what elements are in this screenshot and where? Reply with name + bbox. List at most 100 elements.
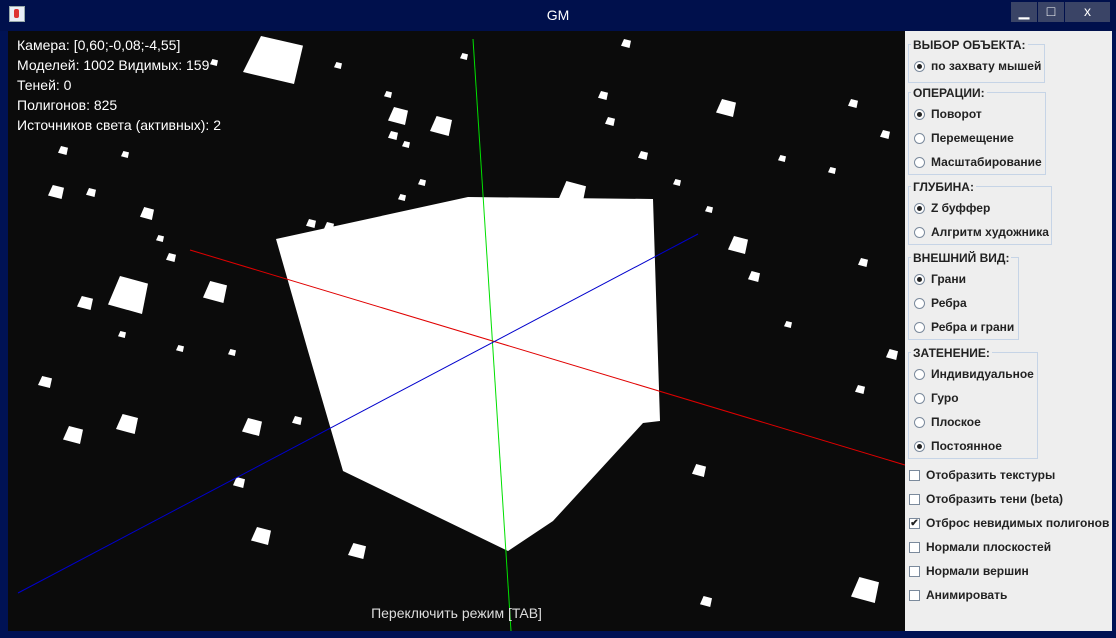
background-cube[interactable] (166, 253, 176, 262)
background-cube[interactable] (886, 349, 898, 360)
background-cube[interactable] (48, 185, 64, 199)
checkbox-backface-culling[interactable]: ✔ Отброс невидимых полигонов (909, 513, 1109, 533)
view-label: ВНЕШНИЙ ВИД: (911, 251, 1012, 265)
radio-indicator[interactable] (914, 108, 925, 120)
3d-viewport[interactable]: Камера: [0,60;-0,08;-4,55] Моделей: 1002… (8, 31, 905, 631)
background-cube[interactable] (242, 418, 262, 436)
background-cube[interactable] (306, 219, 316, 228)
background-cube[interactable] (251, 527, 271, 545)
background-cube[interactable] (784, 321, 792, 328)
background-cube[interactable] (58, 146, 68, 155)
checkbox-label: Нормали вершин (926, 564, 1029, 578)
radio-edges-faces[interactable]: Ребра и грани (914, 317, 1014, 337)
background-cube[interactable] (388, 107, 408, 125)
radio-edges[interactable]: Ребра (914, 293, 967, 313)
radio-indicator[interactable] (914, 297, 925, 309)
background-cube[interactable] (605, 117, 615, 126)
checkbox-animate[interactable]: Анимировать (909, 585, 1007, 605)
title-bar[interactable]: GM ▁ □ x (0, 0, 1116, 31)
option-label: Алгритм художника (931, 225, 1049, 239)
radio-individual[interactable]: Индивидуальное (914, 364, 1034, 384)
background-cube[interactable] (402, 141, 410, 148)
background-cube[interactable] (705, 206, 713, 213)
background-cube[interactable] (398, 194, 406, 201)
background-cube[interactable] (140, 207, 154, 220)
radio-constant[interactable]: Постоянное (914, 436, 1002, 456)
radio-gouraud[interactable]: Гуро (914, 388, 959, 408)
radio-indicator[interactable] (914, 321, 925, 333)
radio-move[interactable]: Перемещение (914, 128, 1014, 148)
background-cube[interactable] (156, 235, 164, 242)
background-cube[interactable] (855, 385, 865, 394)
checkbox-indicator[interactable] (909, 541, 920, 553)
radio-indicator[interactable] (914, 416, 925, 428)
maximize-button[interactable]: □ (1038, 2, 1064, 22)
shadows-count: Теней: 0 (17, 77, 72, 93)
background-cube[interactable] (388, 131, 398, 140)
background-cube[interactable] (716, 99, 736, 117)
background-cube[interactable] (598, 91, 608, 100)
background-cube[interactable] (673, 179, 681, 186)
radio-faces[interactable]: Грани (914, 269, 966, 289)
background-cube[interactable] (63, 426, 83, 444)
object-select-label: ВЫБОР ОБЪЕКТА: (911, 38, 1028, 52)
background-cube[interactable] (108, 276, 148, 314)
checkbox-vertex-normals[interactable]: Нормали вершин (909, 561, 1029, 581)
background-cube[interactable] (460, 53, 468, 60)
background-cube[interactable] (418, 179, 426, 186)
radio-indicator[interactable] (914, 273, 925, 285)
background-cube[interactable] (86, 188, 96, 197)
radio-indicator[interactable] (914, 368, 925, 380)
background-cube[interactable] (848, 99, 858, 108)
radio-indicator[interactable] (914, 202, 925, 214)
background-cube[interactable] (77, 296, 93, 310)
radio-painter[interactable]: Алгритм художника (914, 222, 1049, 242)
background-cube[interactable] (118, 331, 126, 338)
background-cube[interactable] (851, 577, 879, 603)
radio-indicator[interactable] (914, 440, 925, 452)
background-cube[interactable] (728, 236, 748, 254)
background-cube[interactable] (228, 349, 236, 356)
radio-z-buffer[interactable]: Z буффер (914, 198, 990, 218)
background-cube[interactable] (748, 271, 760, 282)
radio-flat[interactable]: Плоское (914, 412, 981, 432)
checkbox-indicator[interactable] (909, 565, 920, 577)
background-cube[interactable] (638, 151, 648, 160)
background-cube[interactable] (828, 167, 836, 174)
background-cube[interactable] (210, 59, 218, 66)
radio-indicator[interactable] (914, 156, 925, 168)
radio-rotate[interactable]: Поворот (914, 104, 982, 124)
view-group: ВНЕШНИЙ ВИД: Грани Ребра Ребра и грани (908, 251, 1019, 340)
checkbox-indicator[interactable] (909, 493, 920, 505)
radio-indicator[interactable] (914, 132, 925, 144)
background-cube[interactable] (116, 414, 138, 434)
minimize-button[interactable]: ▁ (1011, 2, 1037, 22)
radio-indicator[interactable] (914, 226, 925, 238)
background-cube[interactable] (334, 62, 342, 69)
background-cube[interactable] (121, 151, 129, 158)
checkbox-indicator[interactable] (909, 469, 920, 481)
close-button[interactable]: x (1065, 2, 1110, 22)
background-cube[interactable] (778, 155, 786, 162)
checkbox-indicator[interactable]: ✔ (909, 517, 920, 529)
background-cube[interactable] (243, 36, 303, 84)
background-cube[interactable] (292, 416, 302, 425)
radio-indicator[interactable] (914, 392, 925, 404)
background-cube[interactable] (880, 130, 890, 139)
background-cube[interactable] (621, 39, 631, 48)
background-cube[interactable] (348, 543, 366, 559)
radio-scale[interactable]: Масштабирование (914, 152, 1042, 172)
background-cube[interactable] (38, 376, 52, 388)
checkbox-textures[interactable]: Отобразить текстуры (909, 465, 1055, 485)
background-cube[interactable] (176, 345, 184, 352)
background-cube[interactable] (692, 464, 706, 477)
radio-indicator[interactable] (914, 60, 925, 72)
checkbox-face-normals[interactable]: Нормали плоскостей (909, 537, 1051, 557)
background-cube[interactable] (430, 116, 452, 136)
checkbox-indicator[interactable] (909, 589, 920, 601)
radio-mouse-capture[interactable]: по захвату мышей (914, 56, 1041, 76)
background-cube[interactable] (203, 281, 227, 303)
background-cube[interactable] (858, 258, 868, 267)
checkbox-shadows[interactable]: Отобразить тени (beta) (909, 489, 1063, 509)
background-cube[interactable] (384, 91, 392, 98)
